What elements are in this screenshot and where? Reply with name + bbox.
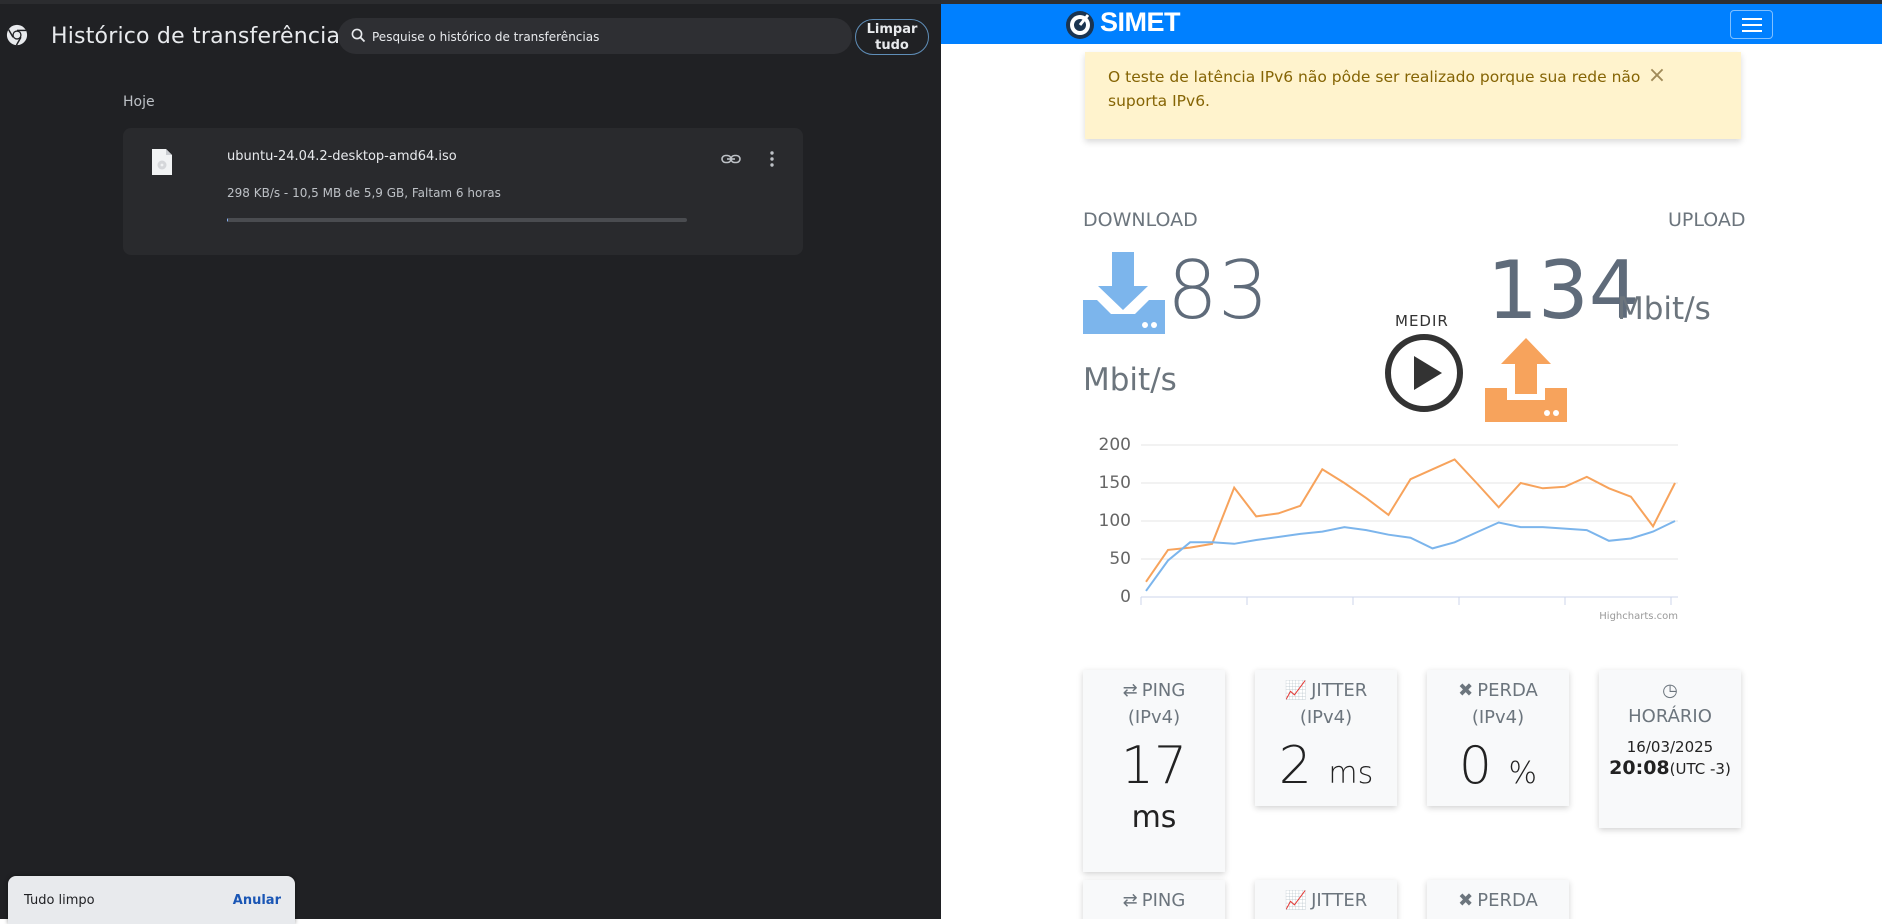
metric-card-horário: ◷ HORÁRIO 16/03/2025 20:08(UTC -3)	[1599, 670, 1741, 828]
chart-y-tick-label: 200	[1099, 435, 1131, 455]
navbar: SIMET	[941, 0, 1882, 44]
card-date: 16/03/2025	[1626, 738, 1714, 756]
card-title-text: PING	[1141, 890, 1186, 911]
download-item: ubuntu-24.04.2-desktop-amd64.iso 298 KB/…	[123, 128, 803, 255]
speed-chart: 200 150 100 50 0 Highcharts.com	[1099, 435, 1678, 622]
metric-card-perda-2: ✖ PERDA	[1427, 880, 1569, 919]
hamburger-line	[1742, 30, 1762, 32]
chart-y-tick-label: 100	[1099, 511, 1131, 531]
card-unit: ms	[1328, 756, 1374, 791]
card-subtitle: (IPv4)	[1127, 707, 1181, 728]
section-label-today: Hoje	[123, 94, 155, 110]
card-unit: %	[1508, 756, 1538, 791]
ipv6-alert: O teste de latência IPv6 não pôde ser re…	[1085, 52, 1741, 139]
upload-label: UPLOAD	[1668, 209, 1746, 231]
search-input[interactable]	[370, 26, 834, 48]
chart-line-icon: 📈	[1284, 680, 1308, 701]
play-measure-button[interactable]	[1385, 334, 1463, 412]
toast: Tudo limpo Anular	[8, 876, 295, 924]
card-value: 17	[1120, 736, 1188, 796]
metric-card-jitter-2: 📈 JITTER	[1255, 880, 1397, 919]
chart-series-line-1	[1145, 520, 1676, 592]
clock-icon: ◷	[1662, 680, 1678, 701]
close-box-icon: ✖	[1458, 680, 1474, 701]
download-label: DOWNLOAD	[1083, 209, 1198, 231]
card-timezone: (UTC -3)	[1669, 760, 1731, 778]
simet-page: SIMET O teste de latência IPv6 não pôde …	[941, 0, 1882, 919]
file-icon	[152, 149, 172, 175]
card-title-text: HORÁRIO	[1628, 706, 1712, 727]
brand-name[interactable]: SIMET	[1100, 7, 1181, 38]
card-title: ⇄ PING	[1083, 678, 1225, 704]
clear-all-button[interactable]: Limpar tudo	[855, 19, 929, 55]
undo-button[interactable]: Anular	[233, 893, 281, 908]
card-title: ✖ PERDA	[1427, 678, 1569, 704]
exchange-icon: ⇄	[1122, 890, 1138, 911]
downloads-header: Histórico de transferências Limpar tudo	[0, 8, 941, 64]
close-icon[interactable]: ×	[1645, 64, 1669, 88]
page-title: Histórico de transferências	[51, 24, 352, 49]
alert-message: O teste de latência IPv6 não pôde ser re…	[1108, 68, 1641, 110]
download-value: 83	[1167, 244, 1269, 337]
hamburger-line	[1742, 18, 1762, 20]
card-subtitle: (IPv4)	[1471, 707, 1525, 728]
copy-link-icon[interactable]	[720, 148, 742, 170]
metric-card-ping-2: ⇄ PING	[1083, 880, 1225, 919]
upload-icon	[1485, 338, 1567, 422]
metric-card-perda: ✖ PERDA (IPv4) 0 %	[1427, 670, 1569, 806]
chart-y-tick-label: 150	[1099, 473, 1131, 493]
chart-credit: Highcharts.com	[1599, 611, 1678, 622]
card-subtitle: (IPv4)	[1299, 707, 1353, 728]
card-title-text: PERDA	[1477, 890, 1538, 911]
toast-message: Tudo limpo	[24, 893, 95, 908]
chart-line-icon: 📈	[1284, 890, 1308, 911]
upload-unit: Mbit/s	[1617, 291, 1711, 327]
metric-card-jitter: 📈 JITTER (IPv4) 2 ms	[1255, 670, 1397, 806]
download-filename[interactable]: ubuntu-24.04.2-desktop-amd64.iso	[227, 149, 457, 164]
card-title: 📈 JITTER	[1255, 678, 1397, 704]
card-time: 20:08(UTC -3)	[1599, 756, 1741, 781]
more-actions-icon[interactable]	[765, 148, 779, 170]
download-status: 298 KB/s - 10,5 MB de 5,9 GB, Faltam 6 h…	[227, 186, 501, 200]
simet-logo-icon[interactable]	[1061, 7, 1099, 41]
card-title: ⇄ PING	[1083, 888, 1225, 914]
download-unit: Mbit/s	[1083, 362, 1177, 398]
metric-card-ping: ⇄ PING (IPv4) 17 ms	[1083, 670, 1225, 872]
card-title-text: PING	[1141, 680, 1186, 701]
search-icon	[351, 28, 366, 43]
download-icon	[1083, 252, 1165, 334]
exchange-icon: ⇄	[1122, 680, 1138, 701]
chart-y-tick-label: 0	[1120, 587, 1131, 607]
card-title: 📈 JITTER	[1255, 888, 1397, 914]
download-progress-fill	[227, 218, 228, 222]
card-title: ◷ HORÁRIO	[1599, 678, 1741, 730]
chart-y-tick-label: 50	[1109, 549, 1131, 569]
card-value: 2 ms	[1278, 736, 1374, 796]
chrome-logo-icon	[6, 24, 28, 46]
card-title: ✖ PERDA	[1427, 888, 1569, 914]
menu-toggle-button[interactable]	[1730, 10, 1773, 39]
close-box-icon: ✖	[1458, 890, 1474, 911]
card-unit: ms	[1131, 800, 1177, 835]
download-progress-bar	[227, 218, 687, 222]
search-box[interactable]	[338, 18, 852, 54]
card-title-text: JITTER	[1311, 680, 1368, 701]
card-title-text: PERDA	[1477, 680, 1538, 701]
hamburger-line	[1742, 24, 1762, 26]
measure-label: MEDIR	[1395, 312, 1449, 330]
card-time-value: 20:08	[1609, 757, 1670, 779]
card-title-text: JITTER	[1311, 890, 1368, 911]
card-value: 0 %	[1458, 736, 1538, 796]
downloads-page: Histórico de transferências Limpar tudo …	[0, 0, 941, 924]
